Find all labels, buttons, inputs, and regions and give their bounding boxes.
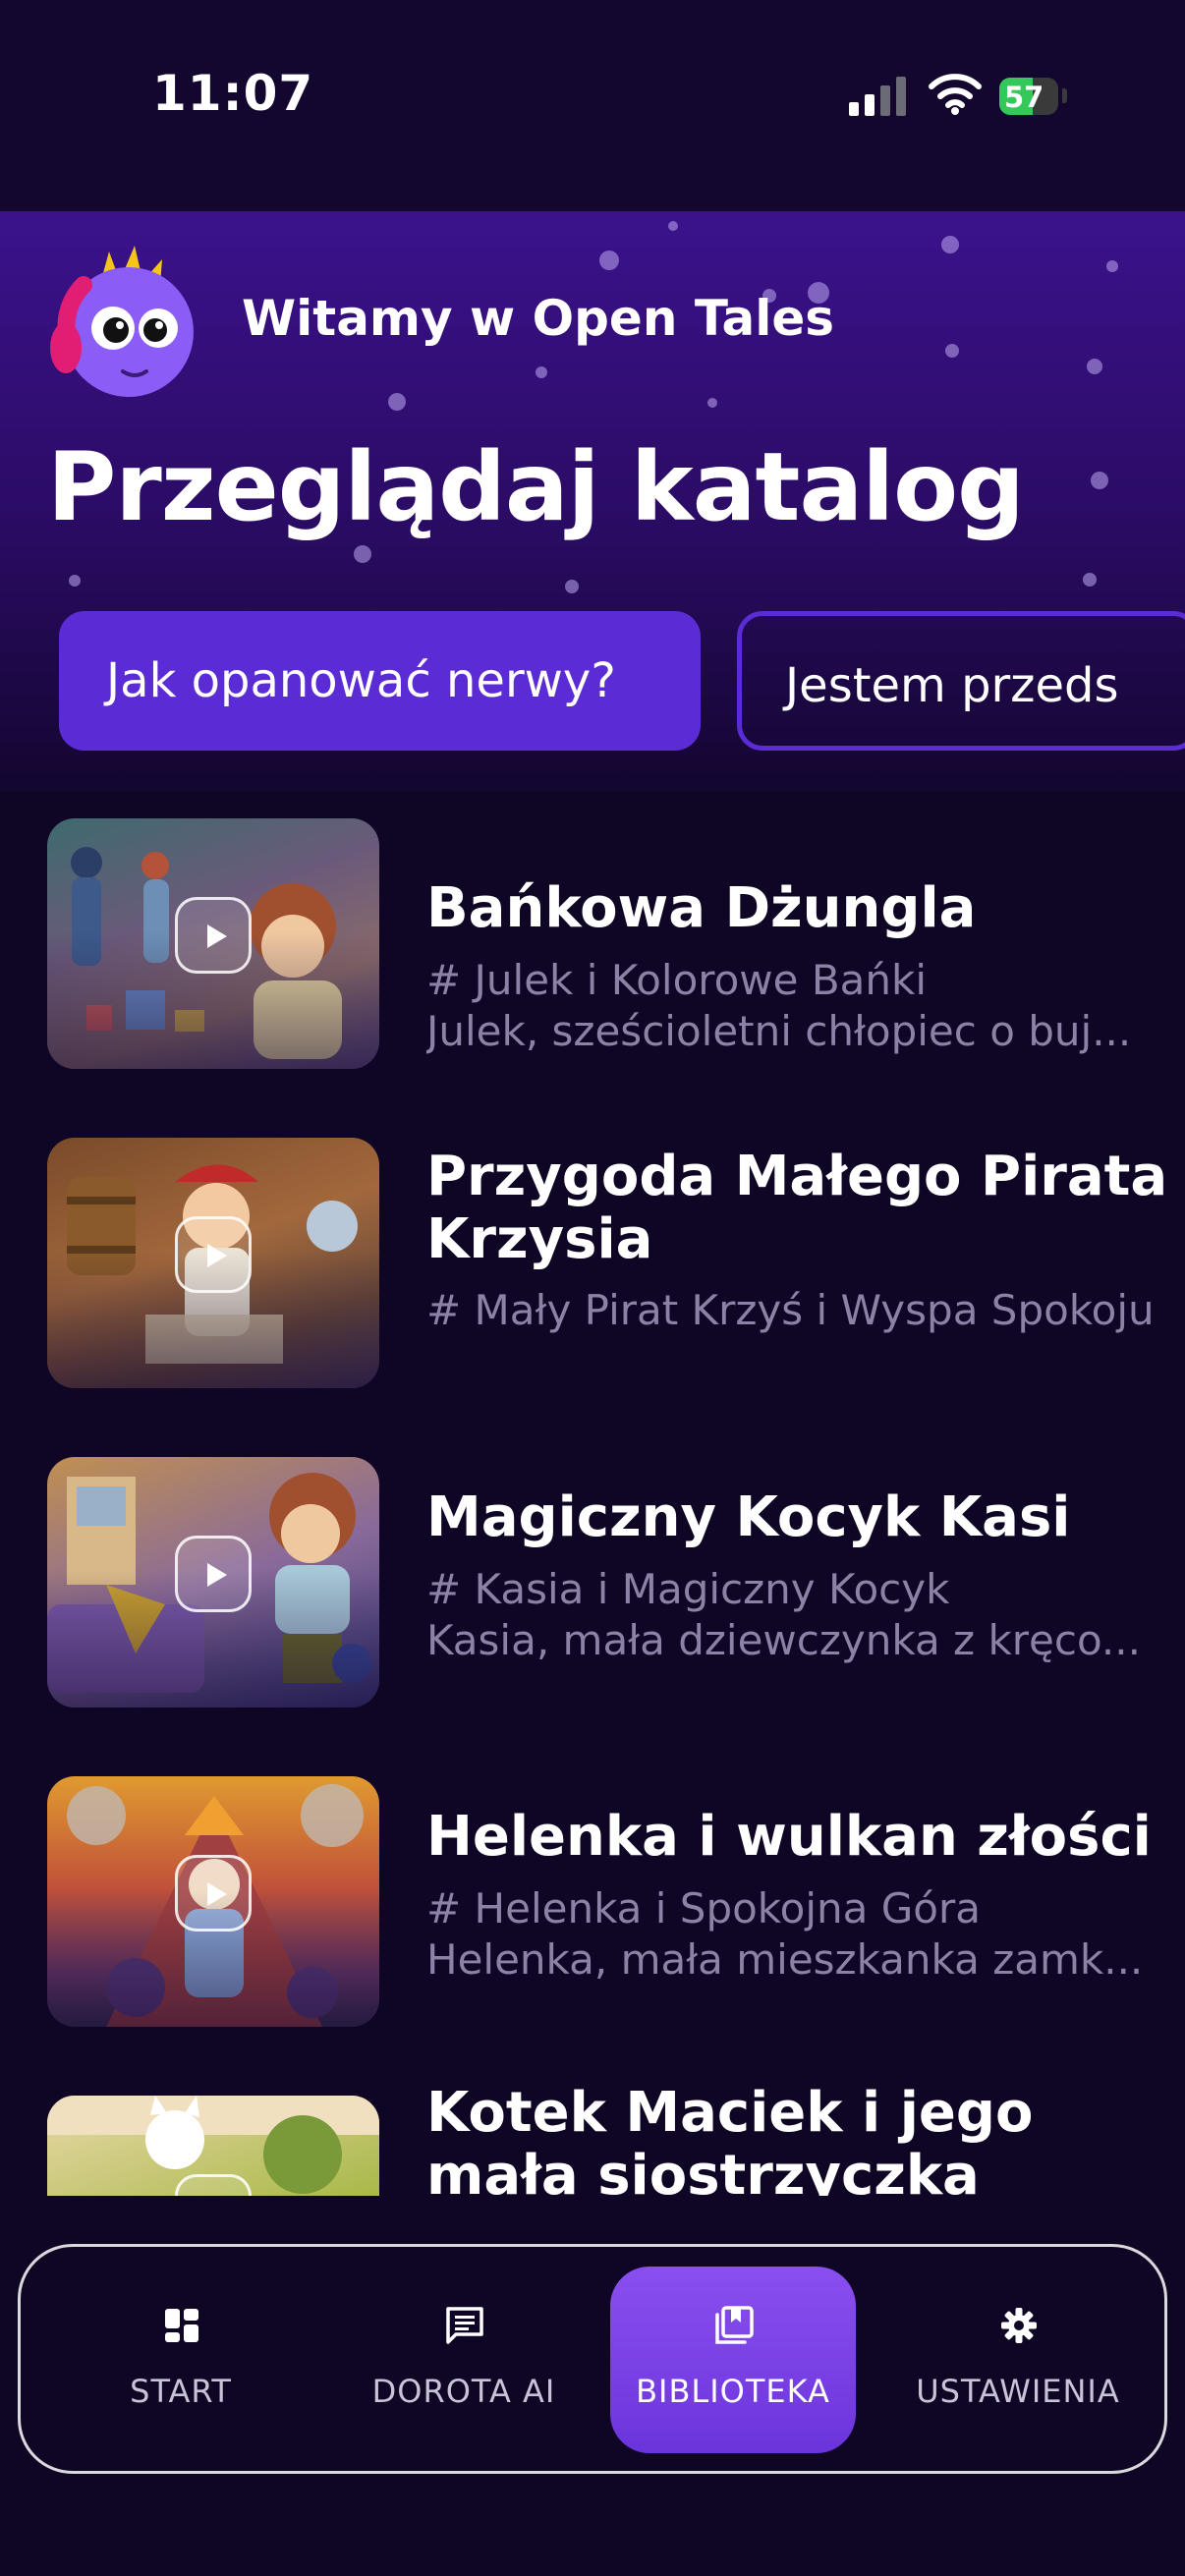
story-card[interactable]: Przygoda Małego Pirata Krzysia # Mały Pi… (47, 1138, 1167, 1388)
story-series: # Julek i Kolorowe Bańki (426, 956, 928, 1004)
nav-label: USTAWIENIA (916, 2373, 1120, 2410)
nav-biblioteka[interactable]: BIBLIOTEKA (610, 2267, 856, 2453)
story-series: # Kasia i Magiczny Kocyk (426, 1565, 950, 1613)
story-card[interactable]: Magiczny Kocyk Kasi # Kasia i Magiczny K… (47, 1457, 1157, 1708)
play-icon[interactable] (175, 897, 252, 974)
story-title: Helenka i wulkan złości (426, 1805, 1152, 1869)
status-time: 11:07 (152, 65, 314, 122)
nav-label: DOROTA AI (371, 2373, 556, 2410)
story-card[interactable]: Bańkowa Dżungla # Julek i Kolorowe Bańki… (47, 818, 1157, 1069)
chat-icon (446, 2307, 483, 2344)
story-list[interactable]: Bańkowa Dżungla # Julek i Kolorowe Bańki… (0, 791, 1185, 2196)
wifi-icon (929, 74, 982, 115)
dragon-mascot-avatar (50, 246, 194, 397)
story-card[interactable]: Helenka i wulkan złości # Helenka i Spok… (47, 1776, 1157, 2027)
nav-dorota-ai[interactable]: DOROTA AI (341, 2267, 587, 2453)
welcome-text: Witamy w Open Tales (242, 290, 835, 347)
play-icon[interactable] (175, 1216, 252, 1293)
settings-icon (1001, 2308, 1037, 2343)
nav-start[interactable]: START (58, 2267, 304, 2453)
battery-icon: 57 (999, 78, 1058, 115)
story-thumbnail[interactable] (47, 2096, 379, 2196)
story-thumbnail[interactable] (47, 818, 379, 1069)
play-icon[interactable] (175, 1855, 252, 1932)
hero-header: Witamy w Open Tales Przeglądaj katalog J… (0, 211, 1185, 791)
story-thumbnail[interactable] (47, 1776, 379, 2027)
story-series: # Helenka i Spokojna Góra (426, 1884, 981, 1932)
filter-chip-active[interactable]: Jak opanować nerwy? (59, 611, 701, 751)
play-icon[interactable] (175, 1536, 252, 1612)
story-description: Helenka, mała mieszkanka zamk... (426, 1935, 1144, 1984)
story-title: Kotek Maciek i jego mała siostrzyczka (426, 2081, 1034, 2197)
story-title: Magiczny Kocyk Kasi (426, 1485, 1071, 1549)
nav-label: BIBLIOTEKA (636, 2373, 830, 2410)
page-title: Przeglądaj katalog (47, 432, 1025, 542)
story-description: Kasia, mała dziewczynka z kręco... (426, 1616, 1141, 1664)
story-series: # Mały Pirat Krzyś i Wyspa Spokoju (426, 1286, 1155, 1334)
story-thumbnail[interactable] (47, 1457, 379, 1708)
battery-percent: 57 (1004, 81, 1044, 114)
status-bar: 11:07 57 (0, 0, 1185, 211)
play-icon[interactable] (175, 2174, 252, 2196)
dashboard-icon (165, 2309, 198, 2342)
story-thumbnail[interactable] (47, 1138, 379, 1388)
story-title: Przygoda Małego Pirata Krzysia (426, 1145, 1168, 1271)
library-icon (715, 2306, 754, 2344)
nav-ustawienia[interactable]: USTAWIENIA (895, 2267, 1141, 2453)
story-card[interactable]: Kotek Maciek i jego mała siostrzyczka (47, 2082, 1157, 2196)
nav-label: START (130, 2373, 232, 2410)
story-description: Julek, sześcioletni chłopiec o buj... (426, 1007, 1132, 1055)
bottom-navigation: START DOROTA AI BIBLIOTEKA USTAWIENIA (18, 2244, 1167, 2474)
filter-chip[interactable]: Jestem przeds (737, 611, 1185, 751)
story-title: Bańkowa Dżungla (426, 876, 977, 940)
signal-icon (849, 77, 906, 116)
